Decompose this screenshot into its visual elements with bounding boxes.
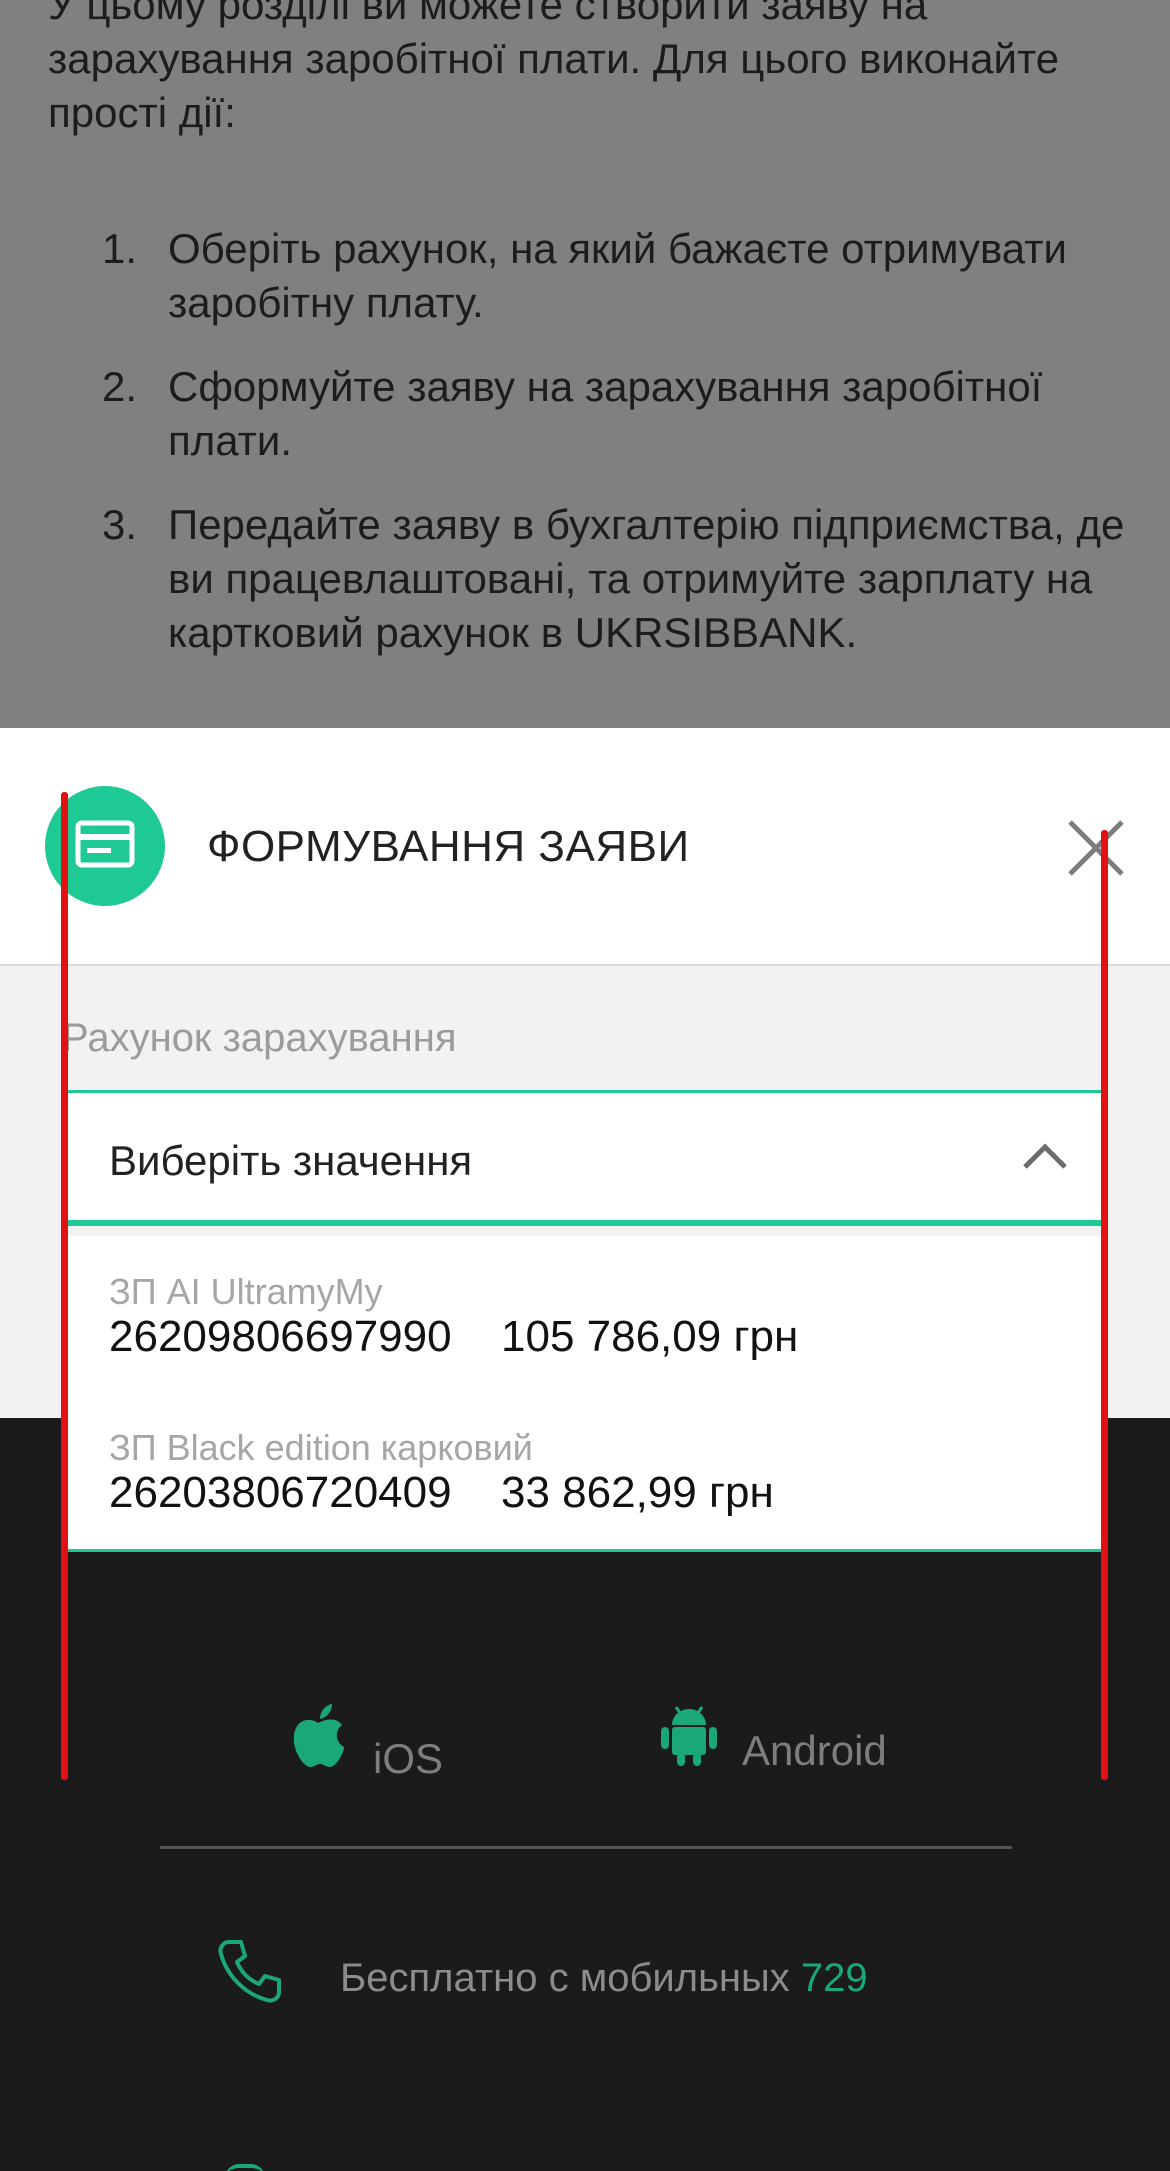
modal-title: ФОРМУВАННЯ ЗАЯВИ [207, 822, 690, 871]
list-item[interactable]: ЗП AI UltramyMy 26209806697990 105 786,09… [109, 1272, 1009, 1362]
list-item: 2. Сформуйте заяву на зарахування заробі… [48, 360, 1128, 468]
annotation-line-right [1101, 830, 1108, 1780]
account-name: ЗП Black edition карковий [109, 1427, 533, 1468]
android-label: Android [742, 1727, 887, 1774]
list-item[interactable]: ЗП Black edition карковий 26203806720409… [109, 1428, 1009, 1518]
account-number: 26209806697990 [109, 1312, 452, 1361]
step-text: Передайте заяву в бухгалтерію підприємст… [168, 501, 1125, 656]
phone-icon [218, 1940, 281, 2003]
step-number: 3. [102, 501, 138, 548]
android-icon [661, 1706, 717, 1766]
phone-text: Бесплатно с мобильных 729 [340, 1956, 868, 2001]
chevron-up-icon [1023, 1143, 1067, 1169]
footer-divider [160, 1846, 1012, 1849]
account-balance: 105 786,09 грн [501, 1312, 799, 1361]
select-value: Виберіть значення [109, 1137, 473, 1184]
step-number: 2. [102, 363, 138, 410]
account-dropdown: ЗП AI UltramyMy 26209806697990 105 786,09… [62, 1236, 1107, 1552]
modal-header: ФОРМУВАННЯ ЗАЯВИ [0, 728, 1170, 966]
apple-icon [293, 1704, 344, 1767]
list-item: 1. Оберіть рахунок, на який бажаєте отри… [48, 222, 1128, 330]
intro-text: У цьому розділі ви можете створити заяву… [48, 0, 1060, 136]
account-name: ЗП AI UltramyMy [109, 1271, 383, 1312]
list-item: 3. Передайте заяву в бухгалтерію підприє… [48, 498, 1128, 660]
ios-store-link[interactable]: iOS [290, 1703, 443, 1782]
account-select[interactable]: Виберіть значення [62, 1090, 1107, 1226]
account-number: 26203806720409 [109, 1468, 452, 1517]
account-balance: 33 862,99 грн [501, 1468, 774, 1517]
footer-partial-icon [225, 2164, 265, 2171]
ios-label: iOS [373, 1735, 444, 1782]
android-store-link[interactable]: Android [660, 1703, 887, 1774]
step-text: Оберіть рахунок, на який бажаєте отримув… [168, 225, 1067, 326]
phone-number[interactable]: 729 [801, 1956, 868, 2000]
phone-contact[interactable]: Бесплатно с мобильных 729 [215, 1936, 868, 2011]
background-page: У цьому розділі ви можете створити заяву… [0, 0, 1170, 728]
account-field-label: Рахунок зарахування [62, 1016, 457, 1060]
step-number: 1. [102, 225, 138, 272]
steps-list: 1. Оберіть рахунок, на який бажаєте отри… [48, 222, 1128, 690]
step-text: Сформуйте заяву на зарахування заробітно… [168, 363, 1043, 464]
annotation-line-left [61, 792, 68, 1780]
close-icon[interactable] [1066, 818, 1126, 878]
phone-label: Бесплатно с мобильных [340, 1956, 790, 2000]
